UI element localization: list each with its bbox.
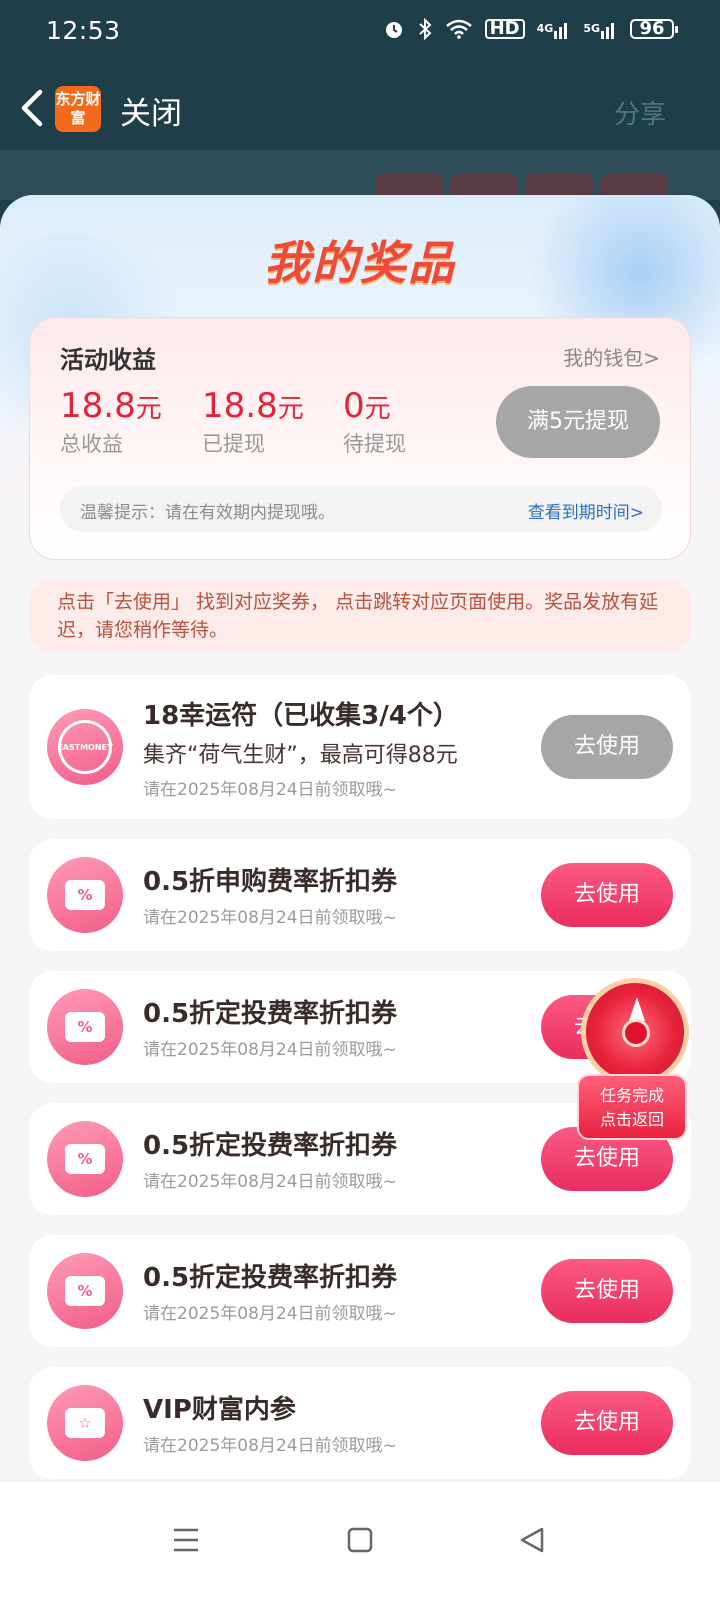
battery-icon: 96 — [630, 19, 678, 39]
prize-name: VIP财富内参 — [143, 1395, 296, 1425]
home-square-icon[interactable] — [340, 1520, 380, 1560]
prize-desc: 集齐“荷气生财”，最高可得88元 — [143, 743, 458, 768]
prize-item: % 0.5折申购费率折扣券 请在2025年08月24日前领取哦~ 去使用 — [29, 839, 691, 951]
close-button[interactable]: 关闭 — [120, 88, 182, 133]
use-button[interactable]: 去使用 — [541, 715, 673, 779]
prize-name: 0.5折定投费率折扣券 — [143, 1263, 398, 1293]
back-triangle-icon[interactable] — [512, 1520, 552, 1560]
prize-name: 0.5折定投费率折扣券 — [143, 999, 398, 1029]
hd-badge: HD — [484, 19, 525, 39]
task-complete-line1: 任务完成 — [599, 1086, 664, 1105]
prize-name: 18幸运符（已收集3/4个） — [143, 701, 459, 731]
status-time: 12:53 — [46, 16, 121, 45]
system-nav-bar — [0, 1482, 720, 1600]
task-complete-widget[interactable]: 任务完成 点击返回 — [577, 978, 693, 1142]
usage-notice: 点击「去使用」 找到对应奖券， 点击跳转对应页面使用。奖品发放有延迟，请您稍作等… — [29, 580, 691, 652]
prize-expiry: 请在2025年08月24日前领取哦~ — [143, 1304, 397, 1324]
bluetooth-icon — [417, 18, 433, 40]
wifi-icon — [445, 19, 473, 39]
stat-pending-value: 0元 — [343, 386, 391, 426]
task-complete-badge[interactable]: 任务完成 点击返回 — [577, 1074, 687, 1140]
tip-text: 温馨提示：请在有效期内提现哦。 — [80, 503, 335, 523]
percent-ticket-icon: % — [47, 1253, 123, 1329]
back-arrow-icon[interactable] — [16, 86, 50, 130]
signal-4g-icon: 4G — [537, 19, 572, 39]
task-complete-line2: 点击返回 — [599, 1110, 664, 1129]
status-icons: HD 4G 5G 96 — [383, 18, 678, 40]
prize-name: 0.5折申购费率折扣券 — [143, 867, 398, 897]
withdraw-button[interactable]: 满5元提现 — [496, 386, 660, 458]
prize-wheel-icon — [581, 978, 689, 1086]
navbar: 东方财富 关闭 分享 — [0, 70, 720, 150]
expiry-time-link[interactable]: 查看到期时间> — [528, 498, 644, 523]
stat-pending-label: 待提现 — [343, 432, 406, 456]
tip-bar: 温馨提示：请在有效期内提现哦。 查看到期时间> — [60, 486, 662, 532]
prize-expiry: 请在2025年08月24日前领取哦~ — [143, 1040, 397, 1060]
percent-ticket-icon: % — [47, 989, 123, 1065]
alarm-icon — [383, 18, 405, 40]
percent-ticket-icon: % — [47, 857, 123, 933]
use-button[interactable]: 去使用 — [541, 1259, 673, 1323]
stat-total-value: 18.8元 — [60, 386, 162, 426]
status-bar: 12:53 HD 4G 5G 96 — [0, 0, 720, 62]
star-ticket-icon: ☆ — [47, 1385, 123, 1461]
lucky-charm-icon: EASTMONEY — [47, 709, 123, 785]
sheet-title: 我的奖品 — [264, 236, 456, 290]
background-page: 12:53 HD 4G 5G 96 东方财富 关闭 分享 — [0, 0, 720, 200]
use-button[interactable]: 去使用 — [541, 863, 673, 927]
stat-total: 18.8元 总收益 — [60, 386, 162, 458]
prize-name: 0.5折定投费率折扣券 — [143, 1131, 398, 1161]
use-button[interactable]: 去使用 — [541, 1391, 673, 1455]
stat-withdrawn: 18.8元 已提现 — [202, 386, 304, 458]
prize-item: ☆ VIP财富内参 请在2025年08月24日前领取哦~ 去使用 — [29, 1367, 691, 1479]
signal-5g-icon: 5G — [583, 19, 618, 39]
stat-total-label: 总收益 — [60, 432, 123, 456]
brand-logo: 东方财富 — [55, 86, 101, 132]
prize-expiry: 请在2025年08月24日前领取哦~ — [143, 780, 397, 800]
earnings-title: 活动收益 — [60, 346, 156, 374]
earnings-card: 活动收益 我的钱包> 18.8元 总收益 18.8元 已提现 0元 待提现 满5… — [29, 317, 691, 560]
share-button[interactable]: 分享 — [614, 94, 666, 131]
prize-sheet: 我的奖品 活动收益 我的钱包> 18.8元 总收益 18.8元 已提现 0元 待… — [0, 195, 720, 1485]
prize-expiry: 请在2025年08月24日前领取哦~ — [143, 908, 397, 928]
stat-withdrawn-value: 18.8元 — [202, 386, 304, 426]
wallet-link[interactable]: 我的钱包> — [563, 342, 660, 371]
percent-ticket-icon: % — [47, 1121, 123, 1197]
prize-expiry: 请在2025年08月24日前领取哦~ — [143, 1436, 397, 1456]
stat-withdrawn-label: 已提现 — [202, 432, 265, 456]
stat-pending: 0元 待提现 — [343, 386, 406, 458]
prize-item: % 0.5折定投费率折扣券 请在2025年08月24日前领取哦~ 去使用 — [29, 1235, 691, 1347]
prize-item: EASTMONEY 18幸运符（已收集3/4个） 集齐“荷气生财”，最高可得88… — [29, 675, 691, 819]
menu-icon[interactable] — [166, 1520, 206, 1560]
prize-expiry: 请在2025年08月24日前领取哦~ — [143, 1172, 397, 1192]
